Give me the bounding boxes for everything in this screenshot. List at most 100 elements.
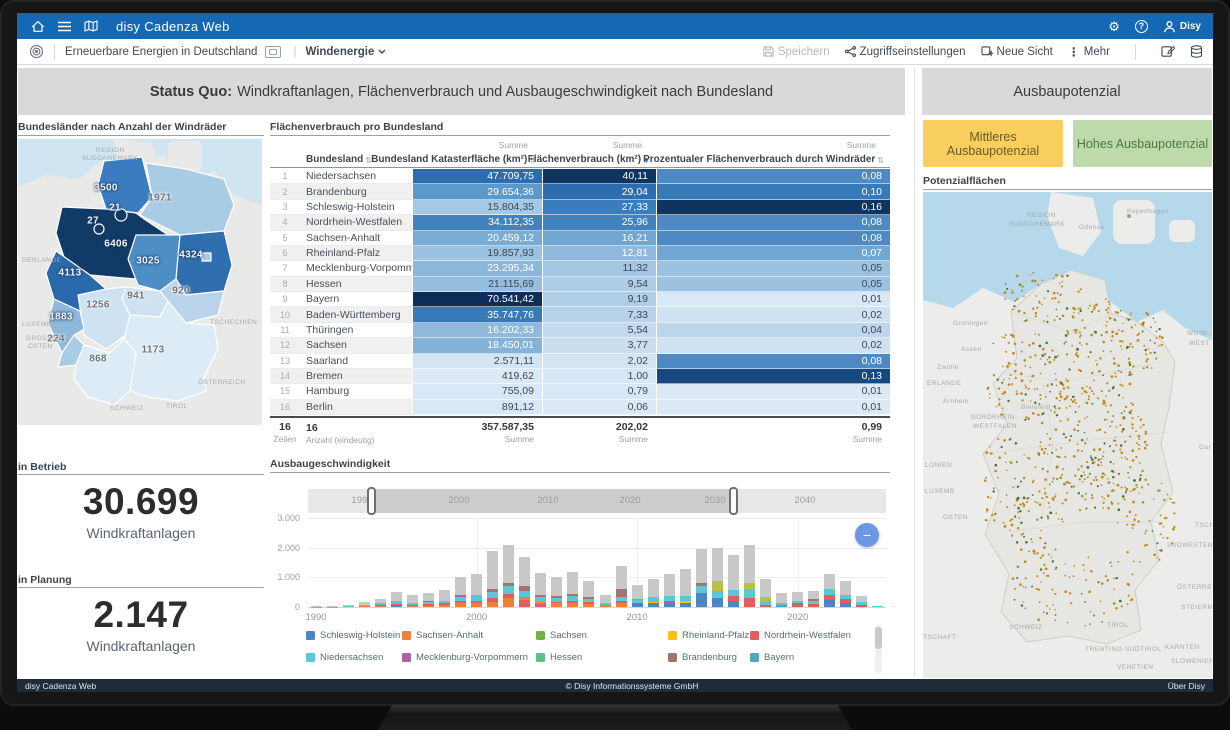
stacked-bar-2011[interactable] (648, 579, 659, 607)
stacked-bar-2005[interactable] (551, 577, 562, 607)
table-cell-kat: 21.115,69 (412, 277, 542, 292)
help-icon[interactable]: ? (1135, 20, 1148, 33)
stacked-bar-2020[interactable] (792, 592, 803, 607)
stacked-bar-2002[interactable] (503, 545, 514, 607)
legend-item-sachsen[interactable]: Sachsen (536, 630, 587, 641)
potenzialflaechen-map[interactable]: REGIONSUDDANEMARKKopenhagenOdenseWOIW.WE… (923, 192, 1212, 678)
stacked-bar-1996[interactable] (407, 595, 418, 607)
legend-item-sachsen-anhalt[interactable]: Sachsen-Anhalt (402, 630, 483, 641)
legend-item-mecklenburg-vorpommern[interactable]: Mecklenburg-Vorpommern (402, 652, 528, 663)
potential-area-dot (1146, 358, 1148, 360)
save-button[interactable]: Speichern (763, 46, 830, 58)
table-row[interactable]: 16Berlin891,120,060,01 (270, 400, 890, 415)
stacked-bar-1990[interactable] (311, 606, 322, 607)
legend-item-hessen[interactable]: Hessen (536, 652, 582, 663)
stacked-bar-2010[interactable] (632, 585, 643, 608)
legend-scrollbar-thumb[interactable] (875, 627, 882, 649)
windraeder-choropleth-map[interactable]: 3500197121276406302543244113125694192018… (18, 139, 262, 425)
stacked-bar-2016[interactable] (728, 555, 739, 607)
table-row[interactable]: 15Hamburg755,090,790,01 (270, 384, 890, 399)
table-row[interactable]: 10Baden-Württemberg35.747,767,330,02 (270, 307, 890, 322)
legend-scrollbar[interactable] (875, 625, 882, 673)
time-range-slider[interactable]: 199020002010202020302040 (308, 489, 886, 513)
potential-area-dot (1104, 474, 1106, 476)
stacked-bar-2021[interactable] (808, 591, 819, 607)
stacked-bar-1998[interactable] (439, 590, 450, 607)
column-header-katasterflaeche[interactable]: Bundesland Katasterfläche (km²)⇅ (412, 154, 542, 165)
stacked-bar-2013[interactable] (680, 569, 691, 607)
edit-note-icon[interactable] (1161, 45, 1175, 58)
stacked-bar-1999[interactable] (455, 577, 466, 608)
stacked-bar-2003[interactable] (519, 557, 530, 607)
column-header-flaechenverbrauch[interactable]: Flächenverbrauch (km²)▼ (542, 154, 656, 165)
stacked-bar-2006[interactable] (567, 572, 578, 607)
hohes-ausbaupotenzial-button[interactable]: Hohes Ausbaupotenzial (1073, 120, 1212, 167)
column-header-prozentual[interactable]: Prozentualer Flächenverbrauch durch Wind… (656, 154, 890, 165)
slider-handle-left[interactable] (367, 487, 376, 515)
stacked-bar-1994[interactable] (375, 599, 386, 607)
stacked-bar-2012[interactable] (664, 574, 675, 607)
table-row[interactable]: 4Nordrhein-Westfalen34.112,3525,960,08 (270, 215, 890, 230)
table-row[interactable]: 2Brandenburg29.654,3629,040,10 (270, 184, 890, 199)
potential-area-dot (1104, 419, 1106, 421)
stacked-bar-2014[interactable] (696, 549, 707, 607)
stacked-bar-1997[interactable] (423, 593, 434, 607)
legend-item-rheinland-pfalz[interactable]: Rheinland-Pfalz (668, 630, 749, 641)
stacked-bar-1992[interactable] (343, 605, 354, 607)
zoom-out-button[interactable]: − (855, 523, 879, 547)
slider-handle-right[interactable] (729, 487, 738, 515)
table-row[interactable]: 11Thüringen16.202,335,540,04 (270, 323, 890, 338)
table-row[interactable]: 12Sachsen18.450,013,770,02 (270, 338, 890, 353)
table-row[interactable]: 3Schleswig-Holstein15.804,3527,330,16 (270, 200, 890, 215)
stacked-bar-2004[interactable] (535, 573, 546, 607)
legend-item-schleswig-holstein[interactable]: Schleswig-Holstein (306, 630, 400, 641)
stacked-bar-2025[interactable] (872, 606, 883, 607)
new-view-button[interactable]: Neue Sicht (981, 46, 1053, 58)
stacked-bar-2000[interactable] (471, 574, 482, 607)
potential-area-dot (1153, 498, 1155, 500)
stacked-bar-1995[interactable] (391, 592, 402, 607)
access-settings-button[interactable]: Zugriffseinstellungen (845, 46, 966, 58)
settings-gear-icon[interactable]: ⚙ (1108, 20, 1120, 33)
more-button[interactable]: ⋮ Mehr (1068, 45, 1110, 59)
stacked-bar-2017[interactable] (744, 545, 755, 607)
stacked-bar-2007[interactable] (583, 581, 594, 607)
table-row[interactable]: 7Mecklenburg-Vorpommern23.295,3411,320,0… (270, 261, 890, 276)
footer-about-link[interactable]: Über Disy (1168, 681, 1205, 691)
stacked-bar-2022[interactable] (824, 574, 835, 607)
stacked-bar-2009[interactable] (616, 566, 627, 607)
menu-icon[interactable] (58, 21, 71, 32)
table-row[interactable]: 1Niedersachsen47.709,7540,110,08 (270, 169, 890, 184)
potential-area-dot (1040, 568, 1042, 570)
legend-item-nordrhein-westfalen[interactable]: Nordrhein-Westfalen (750, 630, 851, 641)
potential-area-dot (1001, 393, 1003, 395)
legend-item-brandenburg[interactable]: Brandenburg (668, 652, 737, 663)
stacked-bar-2008[interactable] (600, 595, 611, 607)
potential-area-dot (1088, 590, 1091, 593)
stacked-bar-2018[interactable] (760, 579, 771, 607)
breadcrumb-workbook[interactable]: Erneuerbare Energien in Deutschland (65, 46, 257, 58)
stacked-bar-2015[interactable] (712, 548, 723, 607)
table-row[interactable]: 8Hessen21.115,699,540,05 (270, 277, 890, 292)
table-row[interactable]: 6Rheinland-Pfalz19.857,9312,810,07 (270, 246, 890, 261)
mittleres-ausbaupotenzial-button[interactable]: Mittleres Ausbaupotenzial (923, 120, 1063, 167)
table-row[interactable]: 9Bayern70.541,429,190,01 (270, 292, 890, 307)
stacked-bar-2024[interactable] (856, 596, 867, 607)
database-icon[interactable] (1190, 45, 1203, 58)
table-row[interactable]: 13Saarland2.571,112,020,08 (270, 354, 890, 369)
legend-item-bayern[interactable]: Bayern (750, 652, 794, 663)
legend-item-niedersachsen[interactable]: Niedersachsen (306, 652, 383, 663)
table-row[interactable]: 14Bremen419,621,000,13 (270, 369, 890, 384)
home-icon[interactable] (31, 20, 45, 33)
stacked-bar-2019[interactable] (776, 593, 787, 607)
stacked-bar-2001[interactable] (487, 551, 498, 607)
user-menu[interactable]: Disy (1163, 20, 1201, 33)
potential-area-dot (1145, 360, 1147, 362)
table-row[interactable]: 5Sachsen-Anhalt20.459,1216,210,08 (270, 231, 890, 246)
stacked-bar-1991[interactable] (327, 606, 338, 607)
sheet-selector[interactable]: Windenergie (305, 46, 386, 58)
stacked-bar-1993[interactable] (359, 602, 370, 607)
target-icon[interactable] (29, 44, 44, 59)
stacked-bar-2023[interactable] (840, 581, 851, 607)
map-icon[interactable] (84, 20, 98, 32)
